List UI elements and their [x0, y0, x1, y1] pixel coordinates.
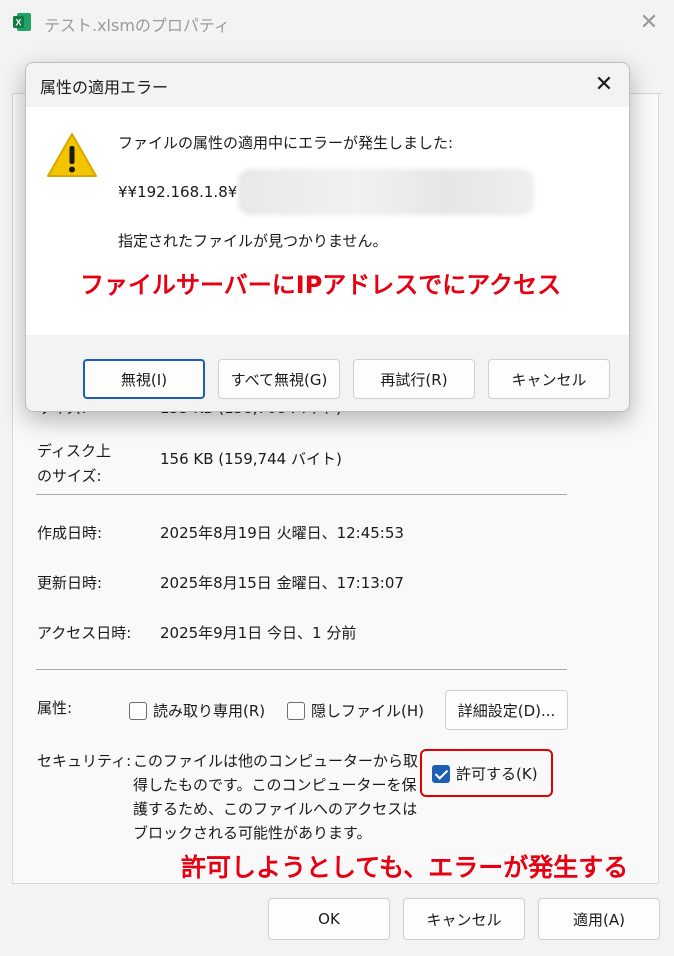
created-label: 作成日時:: [37, 524, 103, 542]
window-title: テスト.xlsmのプロパティ: [44, 16, 230, 35]
excel-icon: X: [13, 13, 31, 31]
modified-value: 2025年8月15日 金曜日、17:13:07: [160, 574, 404, 592]
blurred-path-redaction: [238, 169, 534, 215]
ip-access-annotation: ファイルサーバーにIPアドレスでにアクセス: [80, 271, 562, 299]
properties-titlebar: X テスト.xlsmのプロパティ ✕: [0, 0, 674, 44]
ignore-all-button[interactable]: すべて無視(G): [218, 359, 340, 399]
disk-size-value: 156 KB (159,744 バイト): [160, 450, 342, 468]
unblock-checkbox-label: 許可する(K): [456, 765, 538, 783]
hidden-checkbox[interactable]: 隠しファイル(H): [287, 700, 424, 721]
accessed-value: 2025年9月1日 今日、1 分前: [160, 624, 357, 642]
advanced-button[interactable]: 詳細設定(D)...: [445, 690, 568, 730]
security-description: このファイルは他のコンピューターから取得したものです。このコンピューターを保護す…: [133, 752, 419, 842]
warning-icon: [47, 133, 97, 177]
file-not-found-message: 指定されたファイルが見つかりません。: [118, 232, 388, 250]
disk-size-label-line1: ディスク上: [37, 442, 111, 460]
hidden-checkbox-label: 隠しファイル(H): [311, 702, 424, 720]
readonly-checkbox[interactable]: 読み取り専用(R): [129, 700, 265, 721]
divider: [36, 494, 567, 495]
security-label: セキュリティ:: [37, 752, 132, 770]
unblock-checkbox-box[interactable]: [432, 764, 450, 783]
unblock-error-annotation: 許可しようとしても、エラーが発生する: [181, 853, 629, 882]
attributes-label: 属性:: [37, 699, 73, 717]
unblock-checkbox[interactable]: 許可する(K): [432, 763, 538, 784]
close-icon[interactable]: ✕: [590, 71, 618, 99]
accessed-label: アクセス日時:: [37, 624, 132, 642]
close-icon[interactable]: ✕: [636, 10, 662, 36]
hidden-checkbox-box[interactable]: [287, 701, 305, 720]
created-value: 2025年8月19日 火曜日、12:45:53: [160, 524, 404, 542]
ok-button[interactable]: OK: [268, 898, 390, 940]
error-path: ¥¥192.168.1.8¥: [118, 183, 238, 201]
dialog-body: ファイルの属性の適用中にエラーが発生しました: ¥¥192.168.1.8¥ 指…: [26, 107, 629, 335]
svg-text:X: X: [15, 18, 21, 28]
retry-button[interactable]: 再試行(R): [353, 359, 475, 399]
dialog-title: 属性の適用エラー: [40, 78, 169, 97]
apply-button[interactable]: 適用(A): [538, 898, 660, 940]
divider: [36, 669, 567, 670]
readonly-checkbox-label: 読み取り専用(R): [153, 702, 266, 720]
readonly-checkbox-box[interactable]: [129, 701, 147, 720]
apply-attributes-error-dialog: 属性の適用エラー ✕ ファイルの属性の適用中にエラーが発生しました: ¥¥192…: [25, 62, 630, 412]
disk-size-label-line2: のサイズ:: [37, 467, 102, 485]
cancel-button[interactable]: キャンセル: [403, 898, 525, 940]
error-message: ファイルの属性の適用中にエラーが発生しました:: [118, 134, 454, 152]
modified-label: 更新日時:: [37, 574, 103, 592]
ignore-button[interactable]: 無視(I): [83, 359, 205, 399]
dialog-cancel-button[interactable]: キャンセル: [488, 359, 610, 399]
footer-bar: OK キャンセル 適用(A): [0, 884, 674, 956]
